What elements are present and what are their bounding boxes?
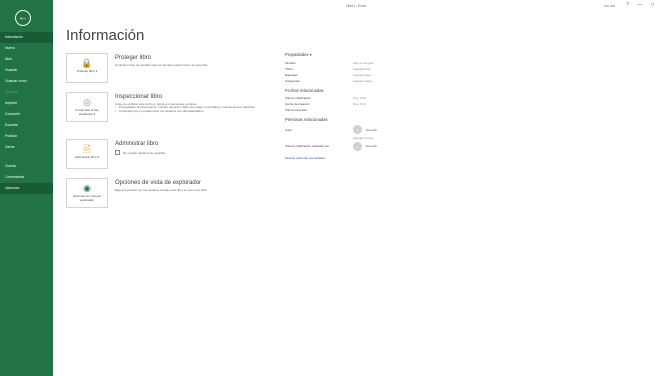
inspect-bullet: Contenido que no pueden leer los usuario…	[115, 109, 275, 114]
window-title: Libro1 - Excel	[345, 4, 367, 8]
nav-item-informacion[interactable]: Información	[0, 32, 53, 43]
document-check-icon	[115, 150, 120, 155]
nav-item-imprimir[interactable]: Imprimir	[0, 98, 53, 109]
nav-item-compartir[interactable]: Compartir	[0, 109, 53, 120]
avatar: ○	[353, 125, 362, 134]
restore-icon[interactable]: □	[651, 2, 654, 8]
properties-dropdown[interactable]: Propiedades ▾	[285, 52, 405, 57]
unsaved-changes-text: No existen cambios sin guardar.	[123, 150, 166, 155]
protect-title: Proteger libro	[115, 55, 152, 61]
manage-tile-label: Administrar libro ▾	[74, 155, 99, 159]
nav-item-nuevo[interactable]: Nuevo	[0, 43, 53, 54]
property-label: Título	[285, 67, 293, 71]
back-arrow-icon[interactable]: ←	[15, 10, 31, 26]
property-label: Categorías	[285, 79, 300, 83]
property-label: Etiquetas	[285, 73, 298, 77]
show-all-properties-link[interactable]: Mostrar todas las propiedades	[285, 156, 405, 160]
nav-item-cerrar[interactable]: Cerrar	[0, 142, 53, 153]
nav-item-cuenta[interactable]: Cuenta	[0, 161, 53, 172]
people-header: Personas relacionadas	[285, 117, 328, 122]
author-name: ELuedlo	[366, 127, 378, 132]
date-label: Fecha de creación	[285, 102, 310, 106]
author-person[interactable]: ○ ELuedlo	[353, 125, 377, 134]
nav-item-historial: Historial	[5, 90, 18, 94]
date-row: Última impresión	[285, 107, 405, 113]
manage-title: Administrar libro	[115, 141, 159, 147]
nav-item-opciones[interactable]: Opciones	[0, 183, 53, 194]
nav-item-exportar[interactable]: Exportar	[0, 120, 53, 131]
modified-by-person[interactable]: ○ ELuedlo	[353, 141, 378, 151]
dates-header: Fechas relacionadas	[285, 88, 324, 93]
inspect-tile-label: Comprobar si hay problemas ▾	[75, 108, 99, 116]
nav-list: Información Nuevo Abrir Guardar Guardar …	[0, 32, 53, 194]
protect-desc: Controle el tipo de cambios que los demá…	[115, 63, 209, 67]
modified-by-label: Última modificación realizada por	[285, 144, 330, 148]
date-label: Última modificación	[285, 96, 312, 100]
date-value: Hoy, 3:14	[353, 102, 366, 106]
title-field[interactable]: Agregar título	[353, 67, 371, 71]
property-value: Aún no se guar...	[353, 61, 376, 65]
browser-globe-icon: ◉	[83, 183, 91, 193]
protect-workbook-button[interactable]: 🔒 Proteger libro ▾	[66, 53, 108, 83]
lock-icon: 🔒	[81, 58, 93, 68]
inspect-title: Inspeccionar libro	[115, 94, 163, 100]
date-label: Última impresión	[285, 108, 308, 112]
browser-view-options-button[interactable]: ◉ Opciones de vista de explorador	[66, 178, 108, 208]
nav-item-publicar[interactable]: Publicar	[0, 131, 53, 142]
backstage-nav: ← Información Nuevo Abrir Guardar Guarda…	[0, 0, 53, 376]
date-value: Hoy, 3:29	[353, 96, 366, 100]
modified-by-row: Última modificación realizada por ○ ELue…	[285, 140, 405, 152]
browser-desc: Elija qué pueden ver los usuarios cuando…	[115, 188, 208, 192]
modified-by-name: ELuedlo	[366, 144, 378, 148]
author-row: Autor ○ ELuedlo	[285, 124, 405, 135]
page-title: Información	[66, 27, 145, 44]
nav-item-abrir[interactable]: Abrir	[0, 54, 53, 65]
author-label: Autor	[285, 127, 293, 132]
nav-item-comentarios[interactable]: Comentarios	[0, 172, 53, 183]
properties-panel: Propiedades ▾ Tamaño Aún no se guar... T…	[285, 52, 405, 160]
categories-field[interactable]: Agregar categ...	[353, 79, 374, 83]
protect-tile-label: Proteger libro ▾	[76, 69, 98, 73]
nav-item-guardar[interactable]: Guardar	[0, 65, 53, 76]
inspect-icon: ◎	[83, 97, 91, 107]
minimize-icon[interactable]: —	[637, 2, 642, 8]
browser-title: Opciones de vista de explorador	[115, 180, 202, 186]
avatar: ○	[353, 141, 362, 151]
document-icon: 🗎	[83, 144, 91, 154]
user-account[interactable]: Ivo, ioo	[604, 4, 615, 8]
property-row: Categorías Agregar categ...	[285, 78, 405, 84]
manage-workbook-button[interactable]: 🗎 Administrar libro ▾	[66, 139, 108, 169]
nav-item-guardar-como[interactable]: Guardar como	[0, 76, 53, 87]
help-icon[interactable]: ?	[626, 2, 629, 8]
property-label: Tamaño	[285, 61, 296, 65]
title-bar: Libro1 - Excel Ivo, ioo ? — □	[53, 0, 659, 14]
unsaved-changes-row: No existen cambios sin guardar.	[115, 150, 275, 155]
check-issues-button[interactable]: ◎ Comprobar si hay problemas ▾	[66, 92, 108, 122]
tags-field[interactable]: Agregar etiqu...	[353, 73, 374, 77]
browser-tile-label: Opciones de vista de explorador	[72, 194, 102, 202]
